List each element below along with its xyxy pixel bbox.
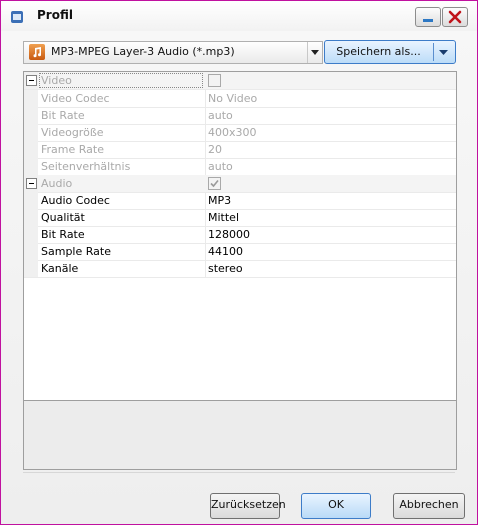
property-row[interactable]: Bit Rate 128000	[24, 226, 456, 244]
property-value[interactable]: 400x300	[208, 126, 257, 139]
chevron-down-icon[interactable]	[307, 42, 322, 63]
cancel-button[interactable]: Abbrechen	[393, 493, 465, 519]
split-divider	[433, 43, 434, 61]
property-row[interactable]: Audio Codec MP3	[24, 192, 456, 210]
minimize-button[interactable]	[415, 7, 441, 27]
property-row[interactable]: Frame Rate 20	[24, 141, 456, 159]
window-title: Profil	[37, 8, 73, 22]
ok-label: OK	[328, 498, 344, 511]
property-row[interactable]: Sample Rate 44100	[24, 243, 456, 261]
property-key: Sample Rate	[41, 245, 111, 258]
collapse-icon[interactable]	[26, 178, 37, 189]
minimize-icon	[423, 19, 433, 22]
property-value[interactable]: 20	[208, 143, 222, 156]
reset-label: Zurücksetzen	[211, 498, 286, 511]
property-row[interactable]: Bit Rate auto	[24, 107, 456, 125]
property-value[interactable]: stereo	[208, 262, 243, 275]
property-row[interactable]: Qualität Mittel	[24, 209, 456, 227]
chevron-down-icon[interactable]	[439, 50, 448, 55]
category-label: Video	[39, 73, 203, 88]
separator	[23, 472, 455, 473]
property-row[interactable]: Seitenverhältnis auto	[24, 158, 456, 176]
property-key: Qualität	[41, 211, 85, 224]
property-key: Videogröße	[41, 126, 104, 139]
description-panel	[23, 401, 457, 470]
checkmark-icon	[210, 179, 219, 188]
category-row-audio[interactable]: Audio	[24, 175, 456, 193]
close-button[interactable]	[442, 7, 468, 27]
property-value[interactable]: 128000	[208, 228, 250, 241]
property-key: Kanäle	[41, 262, 79, 275]
category-label: Audio	[41, 177, 73, 190]
reset-button[interactable]: Zurücksetzen	[210, 493, 286, 519]
property-row[interactable]: Video Codec No Video	[24, 90, 456, 108]
property-value[interactable]: No Video	[208, 92, 257, 105]
app-icon	[10, 10, 24, 24]
video-enable-checkbox[interactable]	[208, 74, 221, 87]
property-key: Audio Codec	[41, 194, 110, 207]
category-row-video[interactable]: Video	[24, 72, 456, 90]
property-value[interactable]: 44100	[208, 245, 243, 258]
save-as-button[interactable]: Speichern als...	[324, 40, 456, 64]
property-key: Bit Rate	[41, 109, 85, 122]
music-file-icon	[29, 44, 45, 60]
title-bar[interactable]: Profil	[1, 1, 477, 31]
ok-button[interactable]: OK	[301, 493, 371, 519]
property-grid[interactable]: Video Video Codec No Video Bit Rate auto…	[23, 71, 457, 401]
format-value: MP3-MPEG Layer-3 Audio (*.mp3)	[51, 45, 235, 58]
property-key: Video Codec	[41, 92, 110, 105]
property-key: Bit Rate	[41, 228, 85, 241]
property-row[interactable]: Videogröße 400x300	[24, 124, 456, 142]
property-value[interactable]: auto	[208, 109, 233, 122]
property-value[interactable]: auto	[208, 160, 233, 173]
collapse-icon[interactable]	[26, 75, 37, 86]
save-as-label: Speichern als...	[336, 45, 421, 58]
format-dropdown[interactable]: MP3-MPEG Layer-3 Audio (*.mp3)	[23, 41, 323, 64]
audio-enable-checkbox[interactable]	[208, 177, 221, 190]
cancel-label: Abbrechen	[399, 498, 459, 511]
property-key: Frame Rate	[41, 143, 104, 156]
property-value[interactable]: Mittel	[208, 211, 239, 224]
profile-dialog: Profil MP3-MPEG Layer-3 Audio (*.mp3) Sp…	[0, 0, 478, 525]
property-row[interactable]: Kanäle stereo	[24, 260, 456, 278]
property-key: Seitenverhältnis	[41, 160, 131, 173]
property-value[interactable]: MP3	[208, 194, 231, 207]
close-icon	[448, 10, 462, 24]
